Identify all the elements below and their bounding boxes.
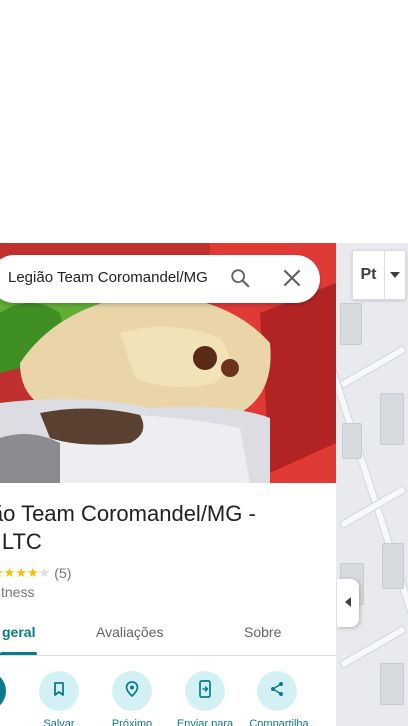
place-title: ião Team Coromandel/MG -ll LTC (0, 501, 256, 554)
search-box[interactable]: Legião Team Coromandel/MG (0, 255, 320, 303)
close-icon[interactable] (282, 268, 302, 293)
search-input[interactable]: Legião Team Coromandel/MG (8, 269, 208, 286)
save-button[interactable] (39, 671, 79, 711)
nearby-label: Próximo (111, 718, 153, 726)
map-road (338, 345, 408, 389)
send-to-phone-label: Enviar para (176, 718, 234, 726)
map-building (382, 543, 404, 589)
save-label: Salvar (43, 718, 75, 726)
collapse-panel-button[interactable] (337, 579, 359, 627)
rating-row[interactable]: ★★★★★ (5) (0, 565, 71, 581)
chevron-down-icon (385, 272, 405, 278)
language-label: Pt (360, 266, 377, 283)
tab-overview[interactable]: geral (2, 624, 35, 640)
bookmark-icon (51, 681, 67, 702)
language-select-button[interactable]: Pt (352, 250, 406, 300)
send-to-phone-icon (197, 679, 213, 703)
map-building (342, 423, 362, 459)
rating-stars: ★★★★★ (0, 566, 50, 580)
star-filled-icon: ★ (3, 565, 16, 580)
share-button[interactable] (257, 671, 297, 711)
star-filled-icon: ★ (26, 565, 39, 580)
map-canvas[interactable] (336, 243, 408, 726)
active-tab-indicator (0, 652, 37, 655)
send-to-phone-button[interactable] (185, 671, 225, 711)
nearby-icon (123, 680, 141, 703)
nearby-button[interactable] (112, 671, 152, 711)
star-filled-icon: ★ (15, 565, 27, 580)
map-building (340, 303, 362, 345)
directions-button[interactable] (0, 671, 6, 711)
share-icon (269, 681, 285, 702)
tab-reviews[interactable]: Avaliações (96, 624, 163, 640)
star-empty-icon: ★ (38, 565, 51, 580)
review-count[interactable]: (5) (54, 565, 71, 581)
map-building (380, 663, 404, 705)
place-panel: Legião Team Coromandel/MG ião Team Corom… (0, 243, 336, 726)
share-label: Compartilha (249, 718, 309, 726)
search-icon[interactable] (229, 267, 251, 294)
place-tabs: geral Avaliações Sobre (0, 613, 336, 656)
place-category[interactable]: fitness (0, 584, 34, 600)
chevron-left-icon (344, 594, 352, 612)
map-building (380, 393, 404, 445)
tab-about[interactable]: Sobre (244, 624, 281, 640)
